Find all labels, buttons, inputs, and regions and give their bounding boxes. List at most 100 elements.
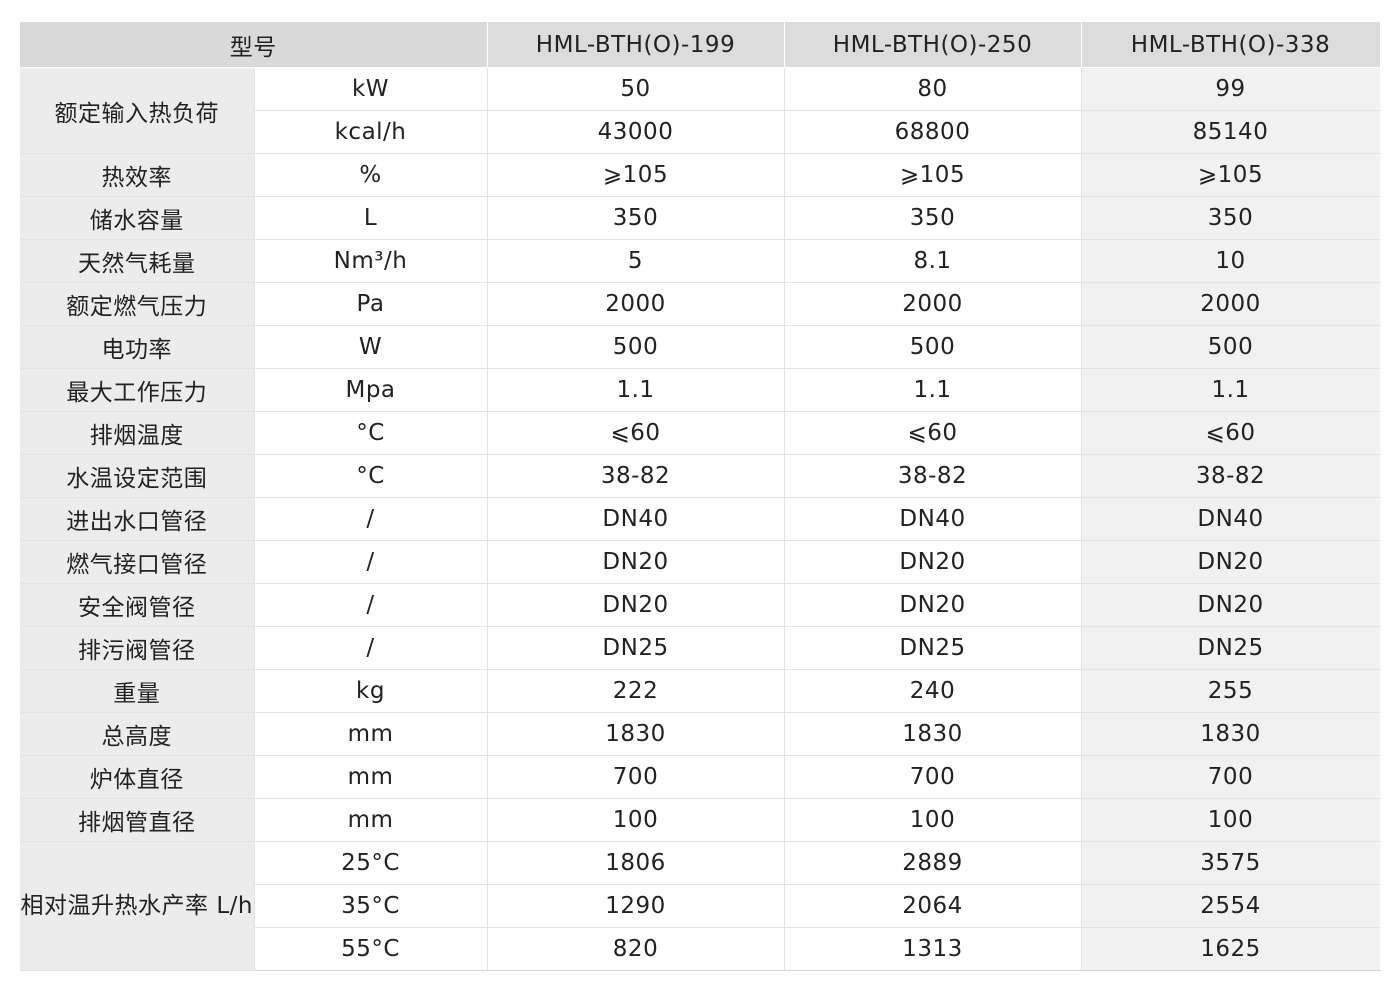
table-row: 热效率 % ⩾105 ⩾105 ⩾105 xyxy=(20,153,1381,197)
row-name: 进出水口管径 xyxy=(20,497,255,541)
value-model-3: 85140 xyxy=(1081,110,1381,154)
value-model-3: 255 xyxy=(1081,669,1381,713)
value-model-2: DN20 xyxy=(784,583,1082,627)
value-model-1: DN25 xyxy=(487,626,785,670)
table-row: 总高度 mm 1830 1830 1830 xyxy=(20,712,1381,756)
row-name-rated-heat-input: 额定输入热负荷 xyxy=(20,67,255,154)
value-model-3: 1.1 xyxy=(1081,368,1381,412)
row-unit: Pa xyxy=(254,282,488,326)
value-model-2: 1313 xyxy=(784,927,1082,971)
value-model-1: 1806 xyxy=(487,841,785,885)
value-model-2: DN20 xyxy=(784,540,1082,584)
value-model-1: DN20 xyxy=(487,583,785,627)
header-row: 型号 HML-BTH(O)-199 HML-BTH(O)-250 HML-BTH… xyxy=(20,22,1381,68)
value-model-2: 8.1 xyxy=(784,239,1082,283)
row-unit: kg xyxy=(254,669,488,713)
row-unit: W xyxy=(254,325,488,369)
row-name: 安全阀管径 xyxy=(20,583,255,627)
table-row: 炉体直径 mm 700 700 700 xyxy=(20,755,1381,799)
table-row: 排污阀管径 / DN25 DN25 DN25 xyxy=(20,626,1381,670)
table-row: 额定燃气压力 Pa 2000 2000 2000 xyxy=(20,282,1381,326)
value-model-3: 99 xyxy=(1081,67,1381,111)
value-model-3: ⩾105 xyxy=(1081,153,1381,197)
row-unit: / xyxy=(254,626,488,670)
value-model-1: 100 xyxy=(487,798,785,842)
row-unit: Nm³/h xyxy=(254,239,488,283)
table-row: 天然气耗量 Nm³/h 5 8.1 10 xyxy=(20,239,1381,283)
value-model-3: 500 xyxy=(1081,325,1381,369)
value-model-1: 2000 xyxy=(487,282,785,326)
value-model-2: 100 xyxy=(784,798,1082,842)
model-2: HML-BTH(O)-250 xyxy=(784,22,1082,68)
value-model-1: 50 xyxy=(487,67,785,111)
value-model-1: 820 xyxy=(487,927,785,971)
table-row: 进出水口管径 / DN40 DN40 DN40 xyxy=(20,497,1381,541)
value-model-3: DN20 xyxy=(1081,583,1381,627)
value-model-3: 700 xyxy=(1081,755,1381,799)
table-row: 重量 kg 222 240 255 xyxy=(20,669,1381,713)
value-model-2: 700 xyxy=(784,755,1082,799)
value-model-1: 350 xyxy=(487,196,785,240)
value-model-3: 1830 xyxy=(1081,712,1381,756)
spec-table: 型号 HML-BTH(O)-199 HML-BTH(O)-250 HML-BTH… xyxy=(20,22,1381,971)
value-model-1: 1290 xyxy=(487,884,785,928)
value-model-2: DN40 xyxy=(784,497,1082,541)
table-row: 燃气接口管径 / DN20 DN20 DN20 xyxy=(20,540,1381,584)
value-model-1: 1.1 xyxy=(487,368,785,412)
value-model-2: 1830 xyxy=(784,712,1082,756)
value-model-3: 350 xyxy=(1081,196,1381,240)
value-model-1: DN20 xyxy=(487,540,785,584)
table-row: 排烟管直径 mm 100 100 100 xyxy=(20,798,1381,842)
row-unit: mm xyxy=(254,798,488,842)
row-unit: kW xyxy=(254,67,488,111)
row-name: 电功率 xyxy=(20,325,255,369)
value-model-1: ⩾105 xyxy=(487,153,785,197)
value-model-3: 2554 xyxy=(1081,884,1381,928)
value-model-1: DN40 xyxy=(487,497,785,541)
value-model-1: 700 xyxy=(487,755,785,799)
row-name: 储水容量 xyxy=(20,196,255,240)
value-model-1: 500 xyxy=(487,325,785,369)
table-row: 电功率 W 500 500 500 xyxy=(20,325,1381,369)
row-name-hot-water-output: 相对温升热水产率 L/h xyxy=(20,841,255,971)
value-model-3: DN40 xyxy=(1081,497,1381,541)
value-model-2: ⩽60 xyxy=(784,411,1082,455)
row-unit: Mpa xyxy=(254,368,488,412)
value-model-3: 38-82 xyxy=(1081,454,1381,498)
value-model-2: ⩾105 xyxy=(784,153,1082,197)
row-unit: 25°C xyxy=(254,841,488,885)
value-model-3: DN25 xyxy=(1081,626,1381,670)
value-model-3: 3575 xyxy=(1081,841,1381,885)
row-name: 热效率 xyxy=(20,153,255,197)
model-1: HML-BTH(O)-199 xyxy=(487,22,785,68)
table-row: 储水容量 L 350 350 350 xyxy=(20,196,1381,240)
row-unit: % xyxy=(254,153,488,197)
value-model-3: ⩽60 xyxy=(1081,411,1381,455)
value-model-3: DN20 xyxy=(1081,540,1381,584)
value-model-3: 100 xyxy=(1081,798,1381,842)
row-name: 排烟管直径 xyxy=(20,798,255,842)
model-label: 型号 xyxy=(20,22,488,68)
value-model-2: 2889 xyxy=(784,841,1082,885)
row-name: 额定燃气压力 xyxy=(20,282,255,326)
row-name: 炉体直径 xyxy=(20,755,255,799)
value-model-1: 1830 xyxy=(487,712,785,756)
value-model-2: 68800 xyxy=(784,110,1082,154)
table-row: 安全阀管径 / DN20 DN20 DN20 xyxy=(20,583,1381,627)
row-unit: °C xyxy=(254,454,488,498)
value-model-2: 2064 xyxy=(784,884,1082,928)
value-model-2: 38-82 xyxy=(784,454,1082,498)
table-row: 额定输入热负荷 kW 50 80 99 xyxy=(20,67,1381,154)
table-row: 最大工作压力 Mpa 1.1 1.1 1.1 xyxy=(20,368,1381,412)
row-name: 重量 xyxy=(20,669,255,713)
value-model-2: 350 xyxy=(784,196,1082,240)
row-name: 最大工作压力 xyxy=(20,368,255,412)
value-model-3: 2000 xyxy=(1081,282,1381,326)
value-model-1: 38-82 xyxy=(487,454,785,498)
value-model-2: 500 xyxy=(784,325,1082,369)
row-unit: 55°C xyxy=(254,927,488,971)
value-model-3: 1625 xyxy=(1081,927,1381,971)
row-unit: mm xyxy=(254,712,488,756)
value-model-1: 5 xyxy=(487,239,785,283)
row-unit: / xyxy=(254,497,488,541)
